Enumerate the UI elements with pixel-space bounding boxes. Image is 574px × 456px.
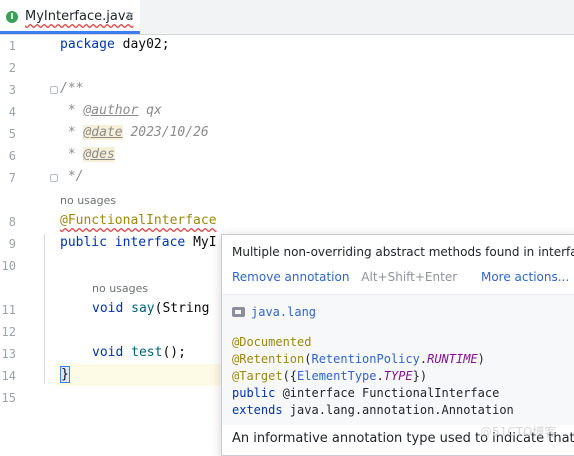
popup-actions: Remove annotation Alt+Shift+Enter More a… xyxy=(232,270,574,284)
declaration-text: @interface FunctionalInterface xyxy=(275,386,500,400)
comment-text: * xyxy=(60,103,84,118)
shortcut-hint: Alt+Shift+Enter xyxy=(361,270,458,284)
line-number: 14 xyxy=(1,369,16,383)
documentation-panel: java.lang @Documented @Retention(Retenti… xyxy=(222,294,574,425)
line-number: 8 xyxy=(8,215,16,229)
close-icon[interactable]: × xyxy=(125,9,135,23)
comment-text: * xyxy=(60,147,84,162)
line-number: 1 xyxy=(8,39,16,53)
line-number: 4 xyxy=(8,105,16,119)
code-line-6[interactable]: * @des xyxy=(60,147,115,162)
keyword: void xyxy=(92,345,124,360)
comment-text: 2023/10/26 xyxy=(122,125,209,140)
code-text: (String xyxy=(154,301,210,316)
code-text: MyI xyxy=(193,235,217,250)
code-line-3[interactable]: /** xyxy=(60,81,83,96)
line-number: 11 xyxy=(1,303,16,317)
fold-end-icon[interactable] xyxy=(50,174,58,182)
punct: . xyxy=(419,352,428,366)
javadoc-tag: @date xyxy=(83,125,123,140)
line-number: 5 xyxy=(8,127,16,141)
punct: }) xyxy=(412,369,428,383)
type-link[interactable]: ElementType xyxy=(297,369,376,383)
line-number: 6 xyxy=(8,149,16,163)
tab-myinterface-java[interactable]: I MyInterface.java × xyxy=(0,0,140,34)
package-row: java.lang xyxy=(232,305,316,319)
line-number: 7 xyxy=(8,171,16,185)
line-number: 9 xyxy=(8,237,16,251)
keyword: void xyxy=(92,301,124,316)
watermark: @51CTO博客 xyxy=(480,425,557,439)
keyword: interface xyxy=(114,235,186,250)
package-name[interactable]: java.lang xyxy=(251,305,316,319)
declaration-line: extends java.lang.annotation.Annotation xyxy=(232,403,514,417)
editor-tab-bar: I MyInterface.java × xyxy=(0,0,574,35)
code-line-7[interactable]: */ xyxy=(60,169,84,184)
error-message: Multiple non-overriding abstract methods… xyxy=(232,245,574,259)
code-line-8[interactable]: @FunctionalInterface xyxy=(60,213,217,228)
declaration-line: @Documented xyxy=(232,335,312,349)
punct: ) xyxy=(477,352,485,366)
punct: . xyxy=(376,369,384,383)
code-line-4[interactable]: * @author qx xyxy=(60,103,162,118)
code-line-5[interactable]: * @date 2023/10/26 xyxy=(60,125,209,140)
code-text: (); xyxy=(162,345,186,360)
package-icon xyxy=(232,307,245,317)
constant-link[interactable]: RUNTIME xyxy=(427,352,478,366)
code-text: day02; xyxy=(114,37,170,52)
code-line-11[interactable]: void say(String xyxy=(92,301,209,316)
declaration-line: @Retention(RetentionPolicy.RUNTIME) xyxy=(232,352,485,366)
annotation: @Retention xyxy=(232,352,305,366)
keyword: public xyxy=(232,386,276,400)
matched-brace: } xyxy=(60,366,70,383)
line-number: 15 xyxy=(1,391,16,405)
keyword: package xyxy=(60,37,115,52)
code-line-9[interactable]: public interface MyI xyxy=(60,235,217,250)
code-line-13[interactable]: void test(); xyxy=(92,345,186,360)
declaration-text: java.lang.annotation.Annotation xyxy=(282,403,514,417)
comment-text: qx xyxy=(138,103,162,118)
usages-hint[interactable]: no usages xyxy=(92,282,148,295)
declaration-line: @Target({ElementType.TYPE}) xyxy=(232,369,427,383)
code-line-1[interactable]: package day02; xyxy=(60,37,170,52)
punct: ({ xyxy=(282,369,298,383)
method-name: test xyxy=(131,345,163,360)
comment-text: * xyxy=(60,125,84,140)
line-number: 3 xyxy=(8,83,16,97)
remove-annotation-link[interactable]: Remove annotation xyxy=(232,270,349,284)
code-line-14[interactable]: } xyxy=(60,366,70,383)
javadoc-tag: @author xyxy=(83,103,139,118)
annotation: @Target xyxy=(232,369,283,383)
keyword: extends xyxy=(232,403,283,417)
declaration-line: public @interface FunctionalInterface xyxy=(232,386,499,400)
usages-hint[interactable]: no usages xyxy=(60,194,116,207)
keyword: public xyxy=(60,235,107,250)
type-link[interactable]: RetentionPolicy xyxy=(311,352,419,366)
indent-guide xyxy=(44,234,45,384)
method-name: say xyxy=(131,301,155,316)
java-interface-icon: I xyxy=(6,11,18,23)
tab-label: MyInterface.java xyxy=(25,9,134,24)
line-number: 12 xyxy=(1,325,16,339)
more-actions-link[interactable]: More actions... xyxy=(481,270,569,284)
fold-start-icon[interactable] xyxy=(50,86,58,94)
line-number: 2 xyxy=(8,61,16,75)
line-number: 10 xyxy=(1,259,16,273)
line-number: 13 xyxy=(1,347,16,361)
constant-link[interactable]: TYPE xyxy=(384,369,413,383)
javadoc-tag: @des xyxy=(83,147,115,162)
